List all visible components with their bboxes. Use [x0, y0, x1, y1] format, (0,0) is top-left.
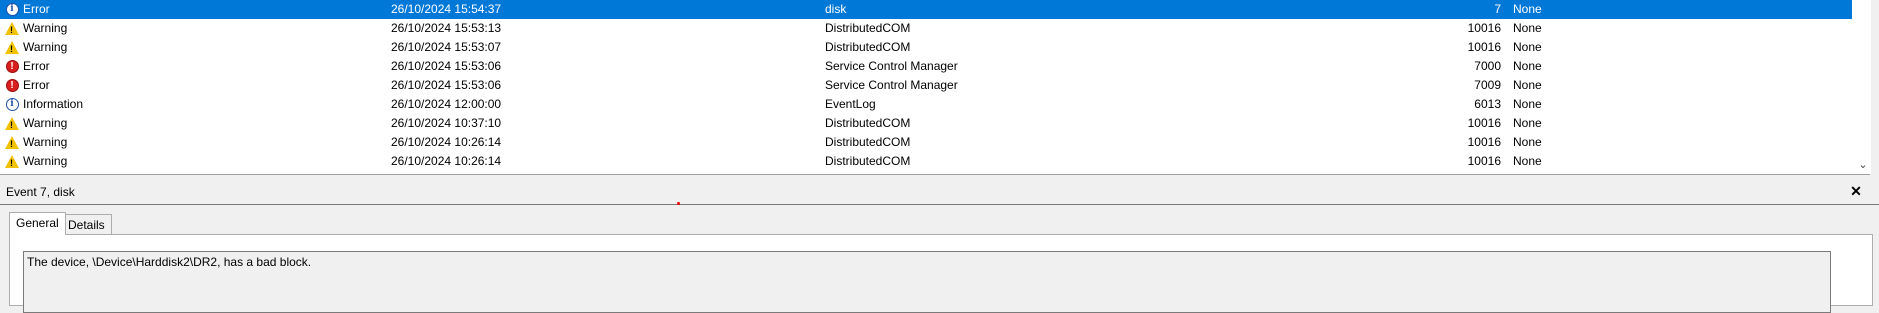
event-date: 26/10/2024 10:26:14 — [391, 135, 502, 149]
event-row[interactable]: ! Warning 26/10/2024 15:53:07 DistributedCO… — [0, 38, 1852, 57]
event-id: 10016 — [1467, 40, 1501, 54]
event-level: Warning — [23, 21, 68, 35]
event-date: 26/10/2024 15:53:13 — [391, 21, 502, 35]
event-category: None — [1513, 97, 1542, 111]
event-level: Information — [23, 97, 84, 111]
event-date: 26/10/2024 15:53:07 — [391, 40, 502, 54]
warning-icon: ! — [4, 19, 20, 38]
event-category: None — [1513, 2, 1542, 16]
event-source: disk — [825, 2, 847, 16]
close-icon[interactable]: ✕ — [1848, 183, 1864, 199]
error-icon: ! — [4, 76, 20, 95]
event-list[interactable]: i Error 26/10/2024 15:54:37 disk 7 None! Warni… — [0, 0, 1870, 175]
info-icon: i — [4, 0, 20, 19]
event-date: 26/10/2024 15:53:06 — [391, 78, 502, 92]
event-date: 26/10/2024 12:00:00 — [391, 97, 502, 111]
event-category: None — [1513, 135, 1542, 149]
splitter[interactable] — [0, 204, 1879, 205]
event-level: Warning — [23, 40, 68, 54]
event-source: DistributedCOM — [825, 116, 911, 130]
event-level: Warning — [23, 154, 68, 168]
event-row[interactable]: ! Warning 26/10/2024 10:37:10 DistributedCO… — [0, 114, 1852, 133]
event-row[interactable]: ! Warning 26/10/2024 10:26:14 DistributedCO… — [0, 152, 1852, 171]
event-source: Service Control Manager — [825, 59, 958, 73]
event-id: 6013 — [1474, 97, 1501, 111]
event-level: Warning — [23, 116, 68, 130]
scroll-down-icon[interactable]: ⌄ — [1855, 156, 1871, 172]
event-source: DistributedCOM — [825, 135, 911, 149]
splitter-grip — [677, 202, 680, 205]
tab-details[interactable]: Details — [61, 214, 112, 235]
event-category: None — [1513, 154, 1542, 168]
event-date: 26/10/2024 10:37:10 — [391, 116, 502, 130]
event-level: Error — [23, 2, 50, 16]
event-level: Warning — [23, 135, 68, 149]
event-id: 10016 — [1467, 154, 1501, 168]
event-source: DistributedCOM — [825, 154, 911, 168]
event-id: 7000 — [1474, 59, 1501, 73]
event-category: None — [1513, 59, 1542, 73]
event-row[interactable]: ! Error 26/10/2024 15:53:06 Service Control… — [0, 57, 1852, 76]
vertical-scrollbar[interactable]: ⌄ — [1855, 0, 1871, 174]
event-id: 10016 — [1467, 21, 1501, 35]
tab-general[interactable]: General — [9, 212, 66, 235]
event-category: None — [1513, 78, 1542, 92]
warning-icon: ! — [4, 38, 20, 57]
event-row[interactable]: ! Error 26/10/2024 15:53:06 Service Control… — [0, 76, 1852, 95]
event-level: Error — [23, 59, 50, 73]
event-source: EventLog — [825, 97, 876, 111]
error-icon: ! — [4, 57, 20, 76]
warning-icon: ! — [4, 152, 20, 171]
event-category: None — [1513, 116, 1542, 130]
event-row[interactable]: ! Warning 26/10/2024 10:26:14 DistributedCO… — [0, 133, 1852, 152]
event-row[interactable]: ! Warning 26/10/2024 15:53:13 DistributedCO… — [0, 19, 1852, 38]
event-source: DistributedCOM — [825, 40, 911, 54]
event-category: None — [1513, 21, 1542, 35]
event-id: 7009 — [1474, 78, 1501, 92]
info-icon: i — [4, 95, 20, 114]
warning-icon: ! — [4, 114, 20, 133]
warning-icon: ! — [4, 133, 20, 152]
event-row[interactable]: i Information 26/10/2024 12:00:00 EventLog 6… — [0, 95, 1852, 114]
event-id: 7 — [1494, 2, 1501, 16]
event-date: 26/10/2024 10:26:14 — [391, 154, 502, 168]
event-detail-header: Event 7, disk ✕ — [0, 180, 1879, 204]
event-detail-title: Event 7, disk — [6, 185, 75, 199]
event-description-box[interactable]: The device, \Device\Harddisk2\DR2, has a… — [23, 251, 1831, 313]
event-description-text: The device, \Device\Harddisk2\DR2, has a… — [27, 255, 312, 269]
event-source: DistributedCOM — [825, 21, 911, 35]
event-date: 26/10/2024 15:54:37 — [391, 2, 502, 16]
event-level: Error — [23, 78, 50, 92]
event-date: 26/10/2024 15:53:06 — [391, 59, 502, 73]
event-id: 10016 — [1467, 135, 1501, 149]
event-row[interactable]: i Error 26/10/2024 15:54:37 disk 7 None — [0, 0, 1852, 19]
event-category: None — [1513, 40, 1542, 54]
event-source: Service Control Manager — [825, 78, 958, 92]
event-id: 10016 — [1467, 116, 1501, 130]
